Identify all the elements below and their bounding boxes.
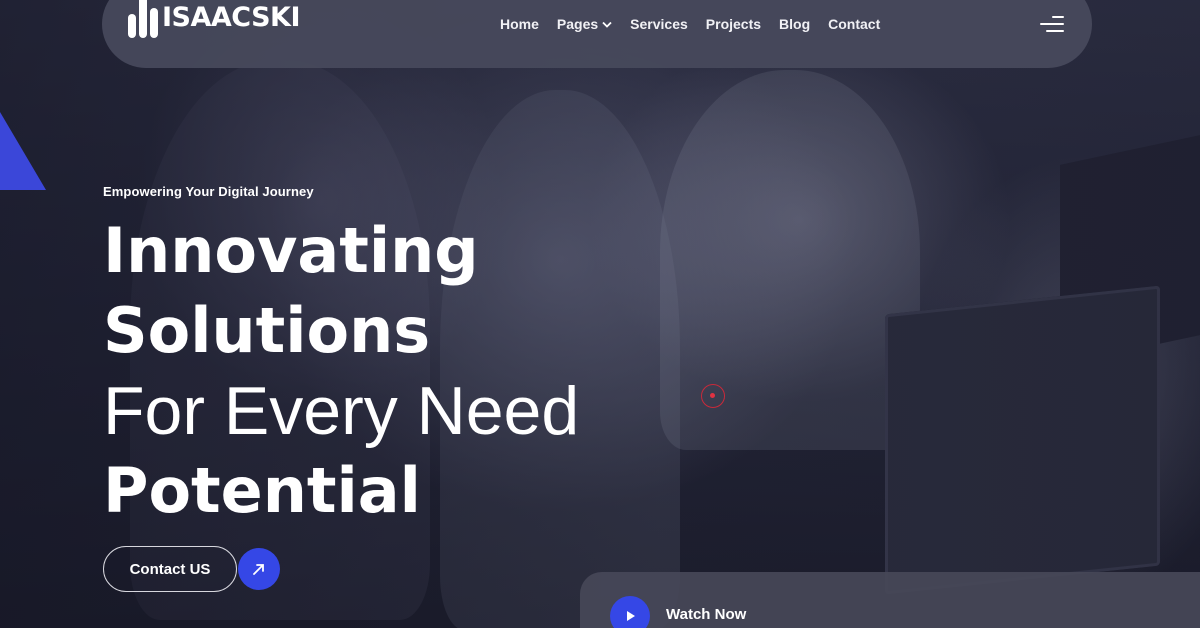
- hero-eyebrow: Empowering Your Digital Journey: [103, 184, 314, 199]
- brand-logo[interactable]: ISAACSKI: [128, 0, 301, 38]
- navbar: ISAACSKI Home Pages Services Projects Bl…: [102, 0, 1092, 68]
- logo-mark-icon: [128, 0, 158, 38]
- nav-item-services[interactable]: Services: [630, 16, 688, 32]
- brand-name: ISAACSKI: [162, 1, 301, 33]
- headline-line-2: Solutions: [103, 294, 431, 367]
- nav-item-pages-label: Pages: [556, 16, 599, 32]
- play-icon[interactable]: [610, 596, 650, 628]
- headline-line-4: Potential: [103, 454, 421, 527]
- chevron-down-icon: [602, 20, 612, 31]
- watch-now-card: Watch Now: [580, 572, 1200, 628]
- headline-line-3: For Every Need: [103, 373, 580, 449]
- hero-headline: Innovating Solutions For Every Need Pote…: [103, 211, 579, 531]
- hero-cta: Contact US: [103, 546, 280, 592]
- arrow-up-right-icon[interactable]: [238, 548, 280, 590]
- cursor-ring: [701, 384, 725, 408]
- contact-us-button[interactable]: Contact US: [103, 546, 237, 592]
- watch-now-link[interactable]: Watch Now: [666, 606, 746, 623]
- nav-item-contact[interactable]: Contact: [828, 16, 880, 32]
- accent-triangle-shape: [0, 112, 46, 190]
- nav-item-projects[interactable]: Projects: [706, 16, 761, 32]
- nav-item-pages[interactable]: Pages: [557, 16, 612, 32]
- hamburger-menu-icon[interactable]: [1038, 16, 1064, 32]
- nav-item-home[interactable]: Home: [500, 16, 539, 32]
- headline-line-1: Innovating: [103, 214, 479, 287]
- main-nav: Home Pages Services Projects Blog Contac…: [500, 16, 880, 38]
- hero-content: Empowering Your Digital Journey Innovati…: [103, 184, 579, 531]
- nav-item-blog[interactable]: Blog: [779, 16, 810, 32]
